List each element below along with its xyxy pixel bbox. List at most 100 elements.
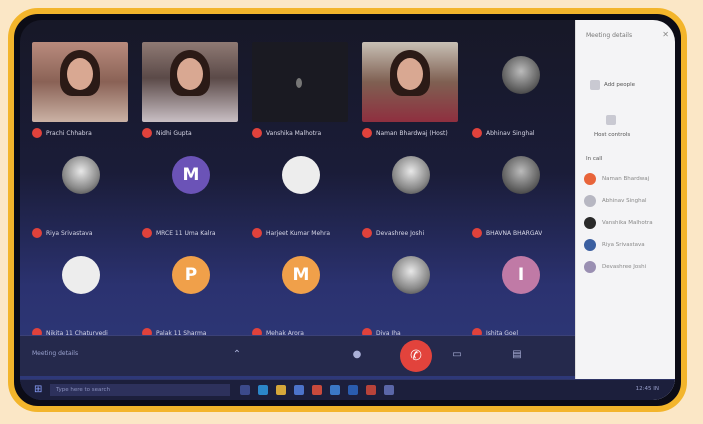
meeting-screen: Prachi Chhabra Nidhi Gupta Vanshika Malhot… xyxy=(20,20,675,400)
participant-nametag: BHAVNA BHARGAV xyxy=(468,226,573,240)
face-shape xyxy=(177,58,203,90)
people-list-item[interactable]: Devashree Joshi xyxy=(584,256,675,278)
mic-off-icon xyxy=(472,228,482,238)
close-icon[interactable]: ✕ xyxy=(662,30,669,39)
participant-name: Naman Bhardwaj (Host) xyxy=(376,129,448,137)
participant-avatar: M xyxy=(282,256,320,294)
mic-off-icon xyxy=(362,228,372,238)
participant-avatar xyxy=(502,56,540,94)
dim-figure xyxy=(296,78,302,88)
people-list-item[interactable]: Abhinav Singhal xyxy=(584,190,675,212)
participant-avatar: I xyxy=(502,256,540,294)
task-view-icon[interactable] xyxy=(240,385,250,395)
chevron-up-icon[interactable]: ⌃ xyxy=(230,348,244,362)
participant-tile[interactable]: M Mehak Arora xyxy=(248,242,353,340)
meeting-details-button[interactable]: Meeting details xyxy=(32,350,78,357)
mic-off-icon xyxy=(32,128,42,138)
participant-tile[interactable]: Diya Jha xyxy=(358,242,463,340)
participant-avatar xyxy=(62,156,100,194)
people-list: Naman Bhardwaj Abhinav Singhal Vanshika Ma… xyxy=(584,168,675,278)
host-controls-button[interactable]: Host controls xyxy=(594,132,630,138)
participant-tile[interactable]: P Palak 11 Sharma xyxy=(138,242,243,340)
mic-icon[interactable]: ● xyxy=(350,348,364,362)
mic-off-icon xyxy=(32,228,42,238)
photo-frame: Prachi Chhabra Nidhi Gupta Vanshika Malhot… xyxy=(8,8,687,412)
participant-tile[interactable]: Devashree Joshi xyxy=(358,142,463,240)
participant-nametag: Abhinav Singhal xyxy=(468,126,573,140)
participant-video xyxy=(362,42,458,122)
people-list-name: Vanshika Malhotra xyxy=(602,220,653,226)
participant-nametag: Riya Srivastava xyxy=(28,226,133,240)
participant-tile[interactable]: M MRCE 11 Uma Kalra xyxy=(138,142,243,240)
photos-icon[interactable] xyxy=(384,385,394,395)
camera-icon[interactable]: ▭ xyxy=(450,348,464,362)
mic-off-icon xyxy=(362,128,372,138)
avatar xyxy=(584,195,596,207)
people-list-item[interactable]: Riya Srivastava xyxy=(584,234,675,256)
people-list-name: Devashree Joshi xyxy=(602,264,647,270)
mic-off-icon xyxy=(142,228,152,238)
participant-tile[interactable]: Abhinav Singhal xyxy=(468,42,573,140)
mail-icon[interactable] xyxy=(330,385,340,395)
edge-icon[interactable] xyxy=(258,385,268,395)
participant-nametag: Prachi Chhabra xyxy=(28,126,133,140)
participant-nametag: Vanshika Malhotra xyxy=(248,126,353,140)
participant-tile[interactable]: BHAVNA BHARGAV xyxy=(468,142,573,240)
people-list-item[interactable]: Vanshika Malhotra xyxy=(584,212,675,234)
avatar xyxy=(584,239,596,251)
participant-name: Vanshika Malhotra xyxy=(266,129,322,137)
participant-nametag: Naman Bhardwaj (Host) xyxy=(358,126,463,140)
participant-tile[interactable]: Prachi Chhabra xyxy=(28,42,133,140)
participant-tile[interactable]: Harjeet Kumar Mehra xyxy=(248,142,353,240)
participant-grid: Prachi Chhabra Nidhi Gupta Vanshika Malhot… xyxy=(20,20,575,338)
word-icon[interactable] xyxy=(348,385,358,395)
shield-icon xyxy=(606,115,616,125)
participant-tile[interactable]: I Ishita Goel xyxy=(468,242,573,340)
participant-video xyxy=(32,42,128,122)
participant-name: Abhinav Singhal xyxy=(486,129,535,137)
folder-icon[interactable] xyxy=(276,385,286,395)
participant-nametag: Harjeet Kumar Mehra xyxy=(248,226,353,240)
add-person-icon xyxy=(590,80,600,90)
participant-nametag: MRCE 11 Uma Kalra xyxy=(138,226,243,240)
os-taskbar: ⊞ Type here to search 12:45 IN xyxy=(20,379,675,400)
windows-start-icon[interactable]: ⊞ xyxy=(34,384,46,396)
participant-avatar xyxy=(282,156,320,194)
media-icon[interactable] xyxy=(366,385,376,395)
participant-tile[interactable]: Nidhi Gupta xyxy=(138,42,243,140)
participant-name: Prachi Chhabra xyxy=(46,129,92,137)
participant-avatar xyxy=(502,156,540,194)
call-controls-bar: Meeting details ⌃ ● ✆ ▭ ▤ xyxy=(20,335,575,376)
participant-avatar xyxy=(392,156,430,194)
section-label: In call xyxy=(586,156,603,162)
store-icon[interactable] xyxy=(294,385,304,395)
participant-name: MRCE 11 Uma Kalra xyxy=(156,229,216,237)
avatar xyxy=(584,261,596,273)
participant-name: BHAVNA BHARGAV xyxy=(486,229,543,237)
participant-video xyxy=(142,42,238,122)
participant-nametag: Devashree Joshi xyxy=(358,226,463,240)
captions-icon[interactable]: ▤ xyxy=(510,348,524,362)
participant-name: Nidhi Gupta xyxy=(156,129,192,137)
participant-tile[interactable]: Riya Srivastava xyxy=(28,142,133,240)
participant-name: Harjeet Kumar Mehra xyxy=(266,229,331,237)
participant-video xyxy=(252,42,348,122)
participant-tile[interactable]: Nikita 11 Chaturvedi xyxy=(28,242,133,340)
end-call-button[interactable]: ✆ xyxy=(400,340,432,372)
mic-off-icon xyxy=(252,228,262,238)
people-list-name: Abhinav Singhal xyxy=(602,198,647,204)
system-tray-clock: 12:45 IN xyxy=(635,386,659,392)
add-people-button[interactable]: Add people xyxy=(604,82,635,88)
participant-avatar xyxy=(392,256,430,294)
participant-avatar: P xyxy=(172,256,210,294)
chrome-icon[interactable] xyxy=(312,385,322,395)
side-panel: Meeting details ✕ Add people Host contro… xyxy=(575,20,675,400)
people-list-name: Riya Srivastava xyxy=(602,242,645,248)
participant-tile[interactable]: Naman Bhardwaj (Host) xyxy=(358,42,463,140)
participant-tile[interactable]: Vanshika Malhotra xyxy=(248,42,353,140)
panel-title: Meeting details xyxy=(586,32,633,39)
people-list-item[interactable]: Naman Bhardwaj xyxy=(584,168,675,190)
participant-avatar: M xyxy=(172,156,210,194)
people-list-name: Naman Bhardwaj xyxy=(602,176,650,182)
taskbar-search-input[interactable]: Type here to search xyxy=(50,384,230,396)
